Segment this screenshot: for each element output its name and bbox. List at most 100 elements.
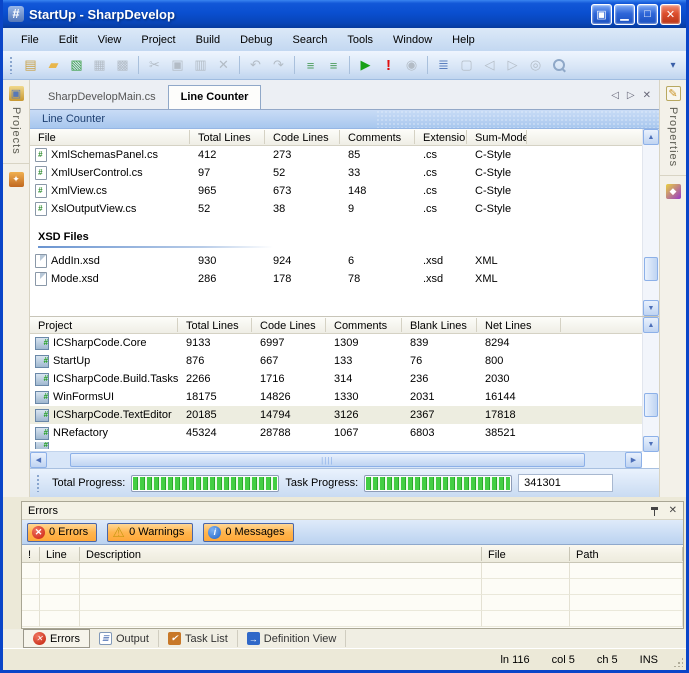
column-header[interactable]: Sum-Mode <box>467 130 527 144</box>
panel-tab[interactable]: ≣ Output <box>90 630 159 647</box>
filter-toggle-button[interactable]: ⚠ 0 Warnings <box>107 523 193 542</box>
project-row[interactable]: NRefactory 45324 28788 1067 6803 38521 <box>30 424 642 442</box>
project-row[interactable]: WinFormsUI 18175 14826 1330 2031 16144 <box>30 388 642 406</box>
panel-tab[interactable]: → Definition View <box>238 630 347 647</box>
menu-item[interactable]: Project <box>131 31 185 49</box>
vertical-scrollbar[interactable]: ▲ ▼ <box>642 129 659 316</box>
file-row[interactable]: XmlView.cs 965 673 148 .cs C-Style <box>30 182 642 200</box>
file-row[interactable]: AddIn.xsd 930 924 6 .xsd XML <box>30 252 642 270</box>
column-header[interactable]: Line <box>40 547 80 561</box>
panel-tab[interactable]: ✕ Errors <box>23 629 90 648</box>
horizontal-scrollbar[interactable]: ◀ |||| ▶ <box>30 451 642 468</box>
menu-item[interactable]: Build <box>186 31 230 49</box>
project-row[interactable]: ICSharpCode.Build.Tasks 2266 1716 314 23… <box>30 370 642 388</box>
format-lines-icon[interactable]: ≣ <box>432 54 455 76</box>
menu-item[interactable]: Search <box>283 31 338 49</box>
zoom-view-icon[interactable]: ◎ <box>524 54 547 76</box>
new-file-icon[interactable]: ▤ <box>19 54 42 76</box>
tab-scroll-right-icon[interactable]: ▷ <box>627 90 635 101</box>
undo-icon[interactable]: ↶ <box>244 54 267 76</box>
column-header[interactable]: Total Lines <box>178 318 252 332</box>
scroll-up-icon[interactable]: ▲ <box>643 129 659 145</box>
tab-close-icon[interactable]: ✕ <box>643 90 651 101</box>
project-row[interactable]: ICSharpCode.TextEditor 20185 14794 3126 … <box>30 406 642 424</box>
classes-icon[interactable]: ✦ <box>9 172 24 187</box>
search-icon[interactable] <box>547 54 570 76</box>
copy-icon[interactable]: ▣ <box>166 54 189 76</box>
delete-icon[interactable]: ✕ <box>212 54 235 76</box>
profiler-icon[interactable]: ◉ <box>400 54 423 76</box>
menu-item[interactable]: File <box>11 31 49 49</box>
new-project-icon[interactable]: ▧ <box>65 54 88 76</box>
file-row[interactable]: XmlSchemasPanel.cs 412 273 85 .cs C-Styl… <box>30 146 642 164</box>
column-header[interactable]: File <box>482 547 570 561</box>
panel-tab[interactable]: ✔ Task List <box>159 630 238 647</box>
column-header[interactable]: Code Lines <box>252 318 326 332</box>
column-header[interactable]: Blank Lines <box>402 318 477 332</box>
column-header[interactable]: ! <box>22 547 40 561</box>
vertical-scrollbar[interactable]: ▲ ▼ <box>642 317 659 452</box>
save-icon[interactable]: ▦ <box>88 54 111 76</box>
open-file-icon[interactable]: ▰ <box>42 54 65 76</box>
resize-grip[interactable] <box>673 657 683 667</box>
menu-item[interactable]: Help <box>442 31 485 49</box>
project-row[interactable]: ICSharpCode.Core 9133 6997 1309 839 8294 <box>30 334 642 352</box>
redo-icon[interactable]: ↷ <box>267 54 290 76</box>
pin-icon[interactable] <box>650 506 659 516</box>
maximize-button[interactable]: □ <box>637 4 658 25</box>
column-header[interactable]: Extension <box>415 130 467 144</box>
progress-value-field[interactable]: 341301 <box>518 474 613 492</box>
close-button[interactable]: ✕ <box>660 4 681 25</box>
scrollbar-thumb[interactable] <box>644 257 658 281</box>
close-panel-icon[interactable]: ✕ <box>669 505 677 516</box>
scrollbar-track[interactable] <box>643 333 659 436</box>
breakpoint-icon[interactable]: ▢ <box>455 54 478 76</box>
paste-icon[interactable]: ▥ <box>189 54 212 76</box>
sidebar-tab-projects[interactable]: ▣ Projects <box>3 80 29 164</box>
menu-item[interactable]: Edit <box>49 31 88 49</box>
toolbox-icon[interactable]: ◆ <box>666 184 681 199</box>
column-header[interactable]: File <box>30 130 190 144</box>
abort-icon[interactable]: ! <box>377 54 400 76</box>
scroll-down-icon[interactable]: ▼ <box>643 436 659 452</box>
filter-toggle-button[interactable]: ✕ 0 Errors <box>27 523 97 542</box>
nav-forward-icon[interactable]: ▷ <box>501 54 524 76</box>
toolbar-grip[interactable] <box>9 56 13 74</box>
column-header[interactable]: Code Lines <box>265 130 340 144</box>
column-header[interactable]: Project <box>30 318 178 332</box>
toolbar-overflow-icon[interactable]: ▾ <box>666 54 680 76</box>
document-tab[interactable]: Line Counter <box>168 85 262 109</box>
menu-item[interactable]: Debug <box>230 31 282 49</box>
project-row[interactable] <box>30 442 642 449</box>
run-icon[interactable]: ▶ <box>354 54 377 76</box>
column-header[interactable]: Total Lines <box>190 130 265 144</box>
scroll-left-icon[interactable]: ◀ <box>30 452 47 468</box>
column-header[interactable]: Net Lines <box>477 318 561 332</box>
file-row[interactable]: XslOutputView.cs 52 38 9 .cs C-Style <box>30 200 642 218</box>
scrollbar-thumb[interactable]: |||| <box>70 453 584 467</box>
tab-scroll-left-icon[interactable]: ◁ <box>611 90 619 101</box>
build-icon[interactable]: ≡ <box>299 54 322 76</box>
menu-item[interactable]: Tools <box>337 31 383 49</box>
column-header[interactable]: Description <box>80 547 482 561</box>
nav-back-icon[interactable]: ◁ <box>478 54 501 76</box>
scrollbar-thumb[interactable] <box>644 393 658 417</box>
save-all-icon[interactable]: ▩ <box>111 54 134 76</box>
scroll-up-icon[interactable]: ▲ <box>643 317 659 333</box>
column-header[interactable]: Path <box>570 547 683 561</box>
file-row[interactable]: Mode.xsd 286 178 78 .xsd XML <box>30 270 642 288</box>
project-row[interactable]: StartUp 876 667 133 76 800 <box>30 352 642 370</box>
filter-toggle-button[interactable]: i 0 Messages <box>203 523 293 542</box>
menu-item[interactable]: View <box>88 31 132 49</box>
float-window-button[interactable]: ▣ <box>591 4 612 25</box>
menu-item[interactable]: Window <box>383 31 442 49</box>
sidebar-tab-properties[interactable]: ✎ Properties <box>660 80 686 176</box>
scroll-down-icon[interactable]: ▼ <box>643 300 659 316</box>
cut-icon[interactable]: ✂ <box>143 54 166 76</box>
scroll-right-icon[interactable]: ▶ <box>625 452 642 468</box>
file-row[interactable]: XmlUserControl.cs 97 52 33 .cs C-Style <box>30 164 642 182</box>
toolbar-grip[interactable] <box>36 474 40 492</box>
scrollbar-track[interactable]: |||| <box>47 452 625 468</box>
column-header[interactable]: Comments <box>326 318 402 332</box>
rebuild-icon[interactable]: ≡ <box>322 54 345 76</box>
